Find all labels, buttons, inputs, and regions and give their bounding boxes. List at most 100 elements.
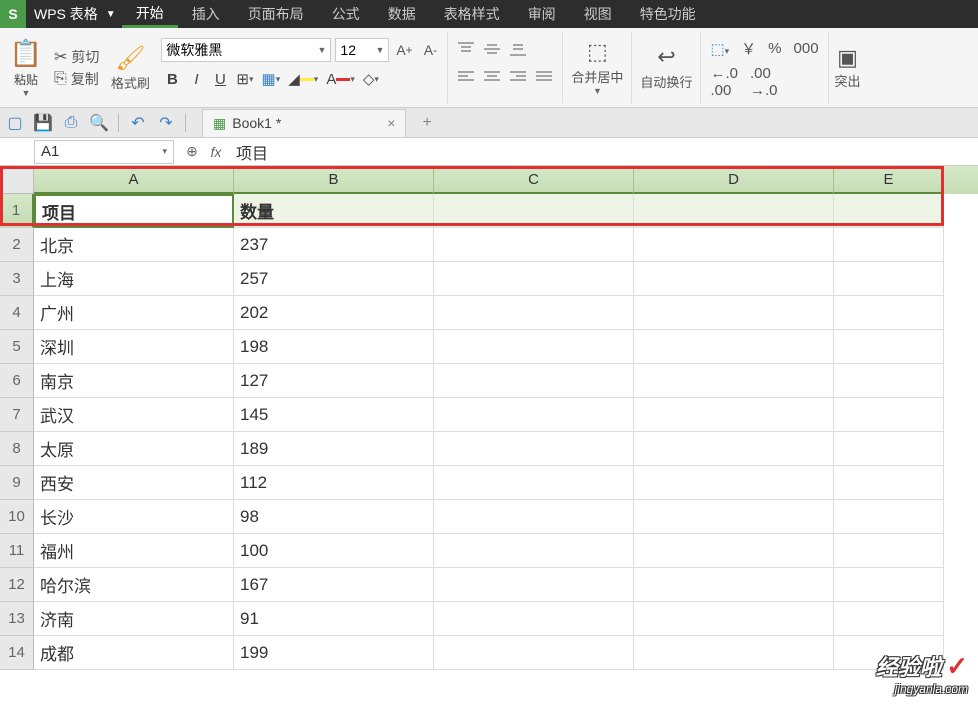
print-button[interactable]: ⎙ [60,112,82,134]
cell-B8[interactable]: 189 [234,432,434,466]
cell-B3[interactable]: 257 [234,262,434,296]
percent-button[interactable]: % [765,40,784,57]
cell-E13[interactable] [834,602,944,636]
column-header-B[interactable]: B [234,166,434,194]
redo-button[interactable]: ↷ [155,112,177,134]
cell-B13[interactable]: 91 [234,602,434,636]
cell-B10[interactable]: 98 [234,500,434,534]
menu-view[interactable]: 视图 [570,0,626,28]
cell-C6[interactable] [434,364,634,398]
row-header[interactable]: 13 [0,602,34,636]
row-header[interactable]: 6 [0,364,34,398]
cell-A4[interactable]: 广州 [34,296,234,330]
new-doc-button[interactable]: ▢ [4,112,26,134]
cell-C1[interactable] [434,194,634,228]
row-header[interactable]: 8 [0,432,34,466]
column-header-D[interactable]: D [634,166,834,194]
row-header[interactable]: 2 [0,228,34,262]
cell-B5[interactable]: 198 [234,330,434,364]
align-bottom-button[interactable] [506,38,530,60]
cell-E9[interactable] [834,466,944,500]
align-justify-button[interactable] [532,66,556,88]
app-dropdown-icon[interactable]: ▼ [106,9,122,20]
undo-button[interactable]: ↶ [127,112,149,134]
cell-B14[interactable]: 199 [234,636,434,670]
menu-review[interactable]: 审阅 [514,0,570,28]
merge-center-button[interactable]: ⬚ 合并居中 ▼ [563,32,632,103]
row-header[interactable]: 9 [0,466,34,500]
cell-A9[interactable]: 西安 [34,466,234,500]
row-header[interactable]: 5 [0,330,34,364]
select-all-corner[interactable] [0,166,34,194]
font-name-select[interactable]: 微软雅黑 ▼ [161,38,331,62]
menu-insert[interactable]: 插入 [178,0,234,28]
cell-B1[interactable]: 数量 [234,194,434,228]
clear-format-button[interactable]: ◇▾ [360,68,382,90]
cell-B12[interactable]: 167 [234,568,434,602]
cell-B7[interactable]: 145 [234,398,434,432]
menu-data[interactable]: 数据 [374,0,430,28]
trace-button[interactable]: ⊕ [180,140,204,164]
cell-D14[interactable] [634,636,834,670]
row-header[interactable]: 1 [0,194,34,228]
cell-D1[interactable] [634,194,834,228]
cell-A10[interactable]: 长沙 [34,500,234,534]
cell-E1[interactable] [834,194,944,228]
cell-E5[interactable] [834,330,944,364]
cell-C9[interactable] [434,466,634,500]
row-header[interactable]: 3 [0,262,34,296]
menu-formula[interactable]: 公式 [318,0,374,28]
row-header[interactable]: 12 [0,568,34,602]
align-left-button[interactable] [454,66,478,88]
cell-B6[interactable]: 127 [234,364,434,398]
fill-color-button[interactable]: ◢▾ [285,68,321,90]
cell-D13[interactable] [634,602,834,636]
align-middle-button[interactable] [480,38,504,60]
fill-cell-button[interactable]: ▦▾ [259,68,284,90]
cell-E2[interactable] [834,228,944,262]
increase-font-button[interactable]: A+ [393,39,415,61]
cell-C7[interactable] [434,398,634,432]
cell-A2[interactable]: 北京 [34,228,234,262]
cell-A12[interactable]: 哈尔滨 [34,568,234,602]
cell-E11[interactable] [834,534,944,568]
cell-B2[interactable]: 237 [234,228,434,262]
row-header[interactable]: 7 [0,398,34,432]
cell-E8[interactable] [834,432,944,466]
cell-C4[interactable] [434,296,634,330]
cell-D10[interactable] [634,500,834,534]
cell-C13[interactable] [434,602,634,636]
highlight-button[interactable]: ▣ 突出 [829,41,867,94]
align-right-button[interactable] [506,66,530,88]
font-color-button[interactable]: A▾ [323,68,358,90]
column-header-A[interactable]: A [34,166,234,194]
cell-E3[interactable] [834,262,944,296]
cell-C2[interactable] [434,228,634,262]
border-button[interactable]: ⊞▾ [233,68,256,90]
cell-E6[interactable] [834,364,944,398]
cell-C10[interactable] [434,500,634,534]
cell-C12[interactable] [434,568,634,602]
number-format-button[interactable]: ⬚▾ [707,40,732,58]
cell-C5[interactable] [434,330,634,364]
cell-A14[interactable]: 成都 [34,636,234,670]
cell-E4[interactable] [834,296,944,330]
menu-features[interactable]: 特色功能 [626,0,710,28]
cell-B9[interactable]: 112 [234,466,434,500]
menu-table-style[interactable]: 表格样式 [430,0,514,28]
cell-A8[interactable]: 太原 [34,432,234,466]
cell-A1[interactable]: 项目 [34,194,234,228]
decrease-decimal-button[interactable]: .00→.0 [747,65,781,99]
cell-E12[interactable] [834,568,944,602]
column-header-C[interactable]: C [434,166,634,194]
cell-D9[interactable] [634,466,834,500]
menu-page-layout[interactable]: 页面布局 [234,0,318,28]
cell-A6[interactable]: 南京 [34,364,234,398]
cell-A11[interactable]: 福州 [34,534,234,568]
cut-button[interactable]: ✂ 剪切 [54,47,99,67]
add-tab-button[interactable]: + [412,114,441,132]
copy-button[interactable]: ⎘ 复制 [54,69,99,89]
row-header[interactable]: 4 [0,296,34,330]
menu-start[interactable]: 开始 [122,0,178,28]
align-top-button[interactable] [454,38,478,60]
